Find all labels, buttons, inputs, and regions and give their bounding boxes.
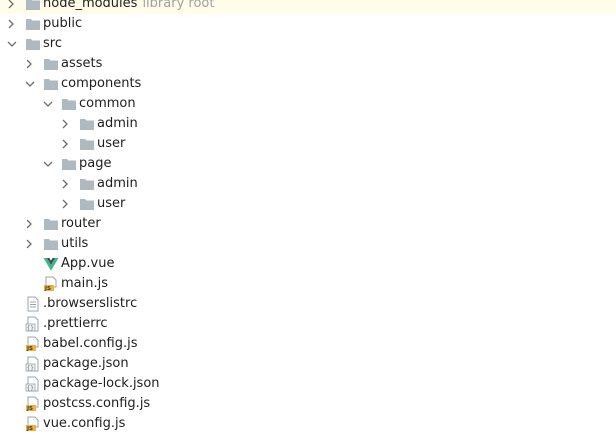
tree-item-label: admin xyxy=(97,116,138,131)
chevron-right-icon[interactable] xyxy=(24,54,36,74)
tree-item-common-admin[interactable]: admin xyxy=(0,114,616,134)
folder-icon xyxy=(25,16,41,32)
tree-item-label: utils xyxy=(61,236,89,251)
folder-icon xyxy=(43,76,59,92)
tree-item-main-js[interactable]: JS main.js xyxy=(0,274,616,294)
js-file-icon: JS xyxy=(25,416,41,432)
folder-icon xyxy=(79,196,95,212)
folder-icon xyxy=(79,136,95,152)
js-file-icon: JS xyxy=(43,276,59,292)
tree-item-page-admin[interactable]: admin xyxy=(0,174,616,194)
tree-item-label: vue.config.js xyxy=(43,416,126,431)
tree-item-router[interactable]: router xyxy=(0,214,616,234)
chevron-right-icon[interactable] xyxy=(24,214,36,234)
library-root-hint: library root xyxy=(142,0,215,11)
json-file-icon: {} xyxy=(25,356,41,372)
tree-item-app-vue[interactable]: App.vue xyxy=(0,254,616,274)
chevron-down-icon[interactable] xyxy=(24,74,36,94)
svg-text:JS: JS xyxy=(26,426,33,432)
folder-icon xyxy=(43,216,59,232)
config-file-icon: {} xyxy=(25,316,41,332)
chevron-right-icon[interactable] xyxy=(60,174,72,194)
tree-item-package-lock-json[interactable]: {} package-lock.json xyxy=(0,374,616,394)
folder-icon xyxy=(79,116,95,132)
chevron-down-icon[interactable] xyxy=(42,154,54,174)
tree-item-page[interactable]: page xyxy=(0,154,616,174)
text-file-icon xyxy=(25,296,41,312)
chevron-down-icon[interactable] xyxy=(42,94,54,114)
tree-item-label: assets xyxy=(61,56,103,71)
chevron-right-icon[interactable] xyxy=(24,234,36,254)
tree-item-assets[interactable]: assets xyxy=(0,54,616,74)
tree-item-label: node_modules library root xyxy=(43,0,214,14)
tree-item-postcss-config-js[interactable]: JS postcss.config.js xyxy=(0,394,616,414)
tree-item-public[interactable]: public xyxy=(0,14,616,34)
svg-text:JS: JS xyxy=(26,406,33,412)
vue-file-icon xyxy=(43,256,59,272)
chevron-down-icon[interactable] xyxy=(6,34,18,54)
svg-text:{}: {} xyxy=(27,385,34,392)
tree-item-browserslistrc[interactable]: .browserslistrc xyxy=(0,294,616,314)
tree-item-babel-config-js[interactable]: JS babel.config.js xyxy=(0,334,616,354)
js-file-icon: JS xyxy=(25,336,41,352)
tree-item-label: package.json xyxy=(43,356,129,371)
folder-icon xyxy=(25,36,41,52)
tree-item-src[interactable]: src xyxy=(0,34,616,54)
tree-item-prettierrc[interactable]: {} .prettierrc xyxy=(0,314,616,334)
tree-item-label: src xyxy=(43,36,62,51)
tree-item-label: App.vue xyxy=(61,256,115,271)
folder-icon xyxy=(61,96,77,112)
tree-item-label: .prettierrc xyxy=(43,316,108,331)
folder-icon xyxy=(79,176,95,192)
tree-item-label: user xyxy=(97,196,126,211)
tree-item-common[interactable]: common xyxy=(0,94,616,114)
tree-item-vue-config-js[interactable]: JS vue.config.js xyxy=(0,414,616,434)
tree-item-node-modules[interactable]: node_modules library root xyxy=(0,0,616,14)
chevron-right-icon[interactable] xyxy=(60,134,72,154)
tree-item-utils[interactable]: utils xyxy=(0,234,616,254)
tree-item-label: page xyxy=(79,156,112,171)
chevron-right-icon[interactable] xyxy=(60,114,72,134)
folder-icon xyxy=(43,56,59,72)
svg-text:{}: {} xyxy=(27,365,34,372)
folder-icon xyxy=(61,156,77,172)
chevron-right-icon[interactable] xyxy=(60,194,72,214)
folder-icon xyxy=(25,0,41,12)
chevron-right-icon[interactable] xyxy=(6,14,18,34)
json-file-icon: {} xyxy=(25,376,41,392)
folder-icon xyxy=(43,236,59,252)
js-file-icon: JS xyxy=(25,396,41,412)
tree-item-label: common xyxy=(79,96,136,111)
svg-text:JS: JS xyxy=(26,346,33,352)
tree-item-components[interactable]: components xyxy=(0,74,616,94)
tree-item-label: user xyxy=(97,136,126,151)
tree-item-page-user[interactable]: user xyxy=(0,194,616,214)
tree-item-common-user[interactable]: user xyxy=(0,134,616,154)
tree-item-label: postcss.config.js xyxy=(43,396,151,411)
tree-item-label: package-lock.json xyxy=(43,376,160,391)
svg-text:JS: JS xyxy=(44,286,51,292)
tree-item-label: public xyxy=(43,16,83,31)
chevron-right-icon[interactable] xyxy=(6,0,18,14)
tree-item-label: babel.config.js xyxy=(43,336,138,351)
tree-item-package-json[interactable]: {} package.json xyxy=(0,354,616,374)
tree-item-label: main.js xyxy=(61,276,108,291)
tree-item-label: .browserslistrc xyxy=(43,296,138,311)
tree-item-label: components xyxy=(61,76,142,91)
tree-item-label: admin xyxy=(97,176,138,191)
tree-item-label: router xyxy=(61,216,101,231)
svg-text:{}: {} xyxy=(27,325,34,332)
